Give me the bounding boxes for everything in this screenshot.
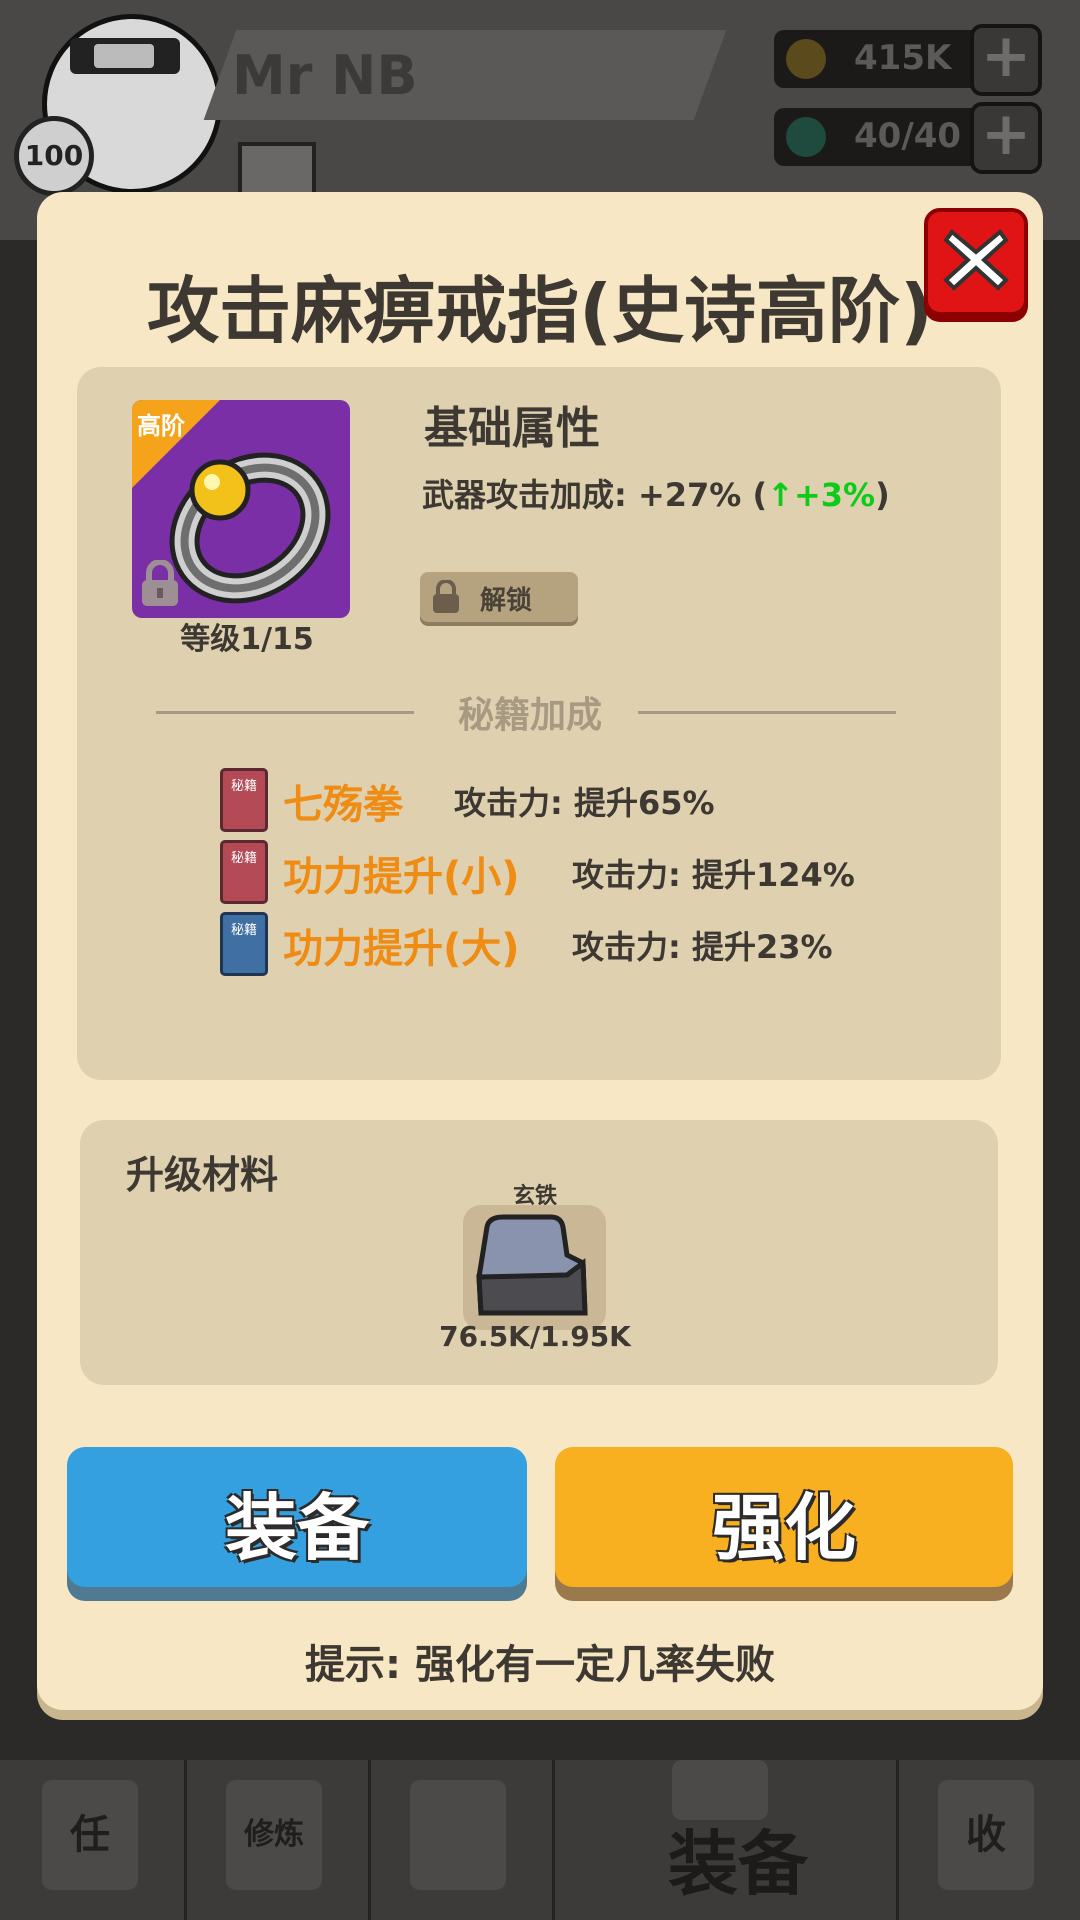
bottom-nav: 任 修炼 收 [0,1760,1080,1920]
base-stat-label: 武器攻击加成: +27% ( [422,476,768,514]
secret-book-icon: 秘籍 [220,912,268,976]
secret-effect: 攻击力: 提升65% [454,784,715,822]
enhance-button[interactable]: 强化 [555,1447,1013,1587]
base-stat-close: ) [875,476,890,514]
base-stat: 武器攻击加成: +27% (↑+3%) [422,470,890,516]
enhance-label: 强化 [711,1486,856,1570]
add-energy-button[interactable]: + [970,102,1042,174]
close-icon [943,229,1009,291]
secret-effect: 攻击力: 提升23% [572,928,833,966]
scroll-icon: 任 [42,1780,138,1890]
gold-counter: 415K + [774,24,1042,96]
secret-name: 功力提升(小) [283,854,520,900]
energy-value: 40/40 [854,116,962,156]
add-gold-button[interactable]: + [970,24,1042,96]
divider-left [156,711,414,714]
equip-button[interactable]: 装备 [67,1447,527,1587]
player-name: Mr NB [232,44,418,107]
crossed-swords-icon [410,1780,506,1890]
material-count: 76.5K/1.95K [439,1320,631,1353]
base-attributes-title: 基础属性 [424,403,600,454]
shop-icon: 收 [938,1780,1034,1890]
player-avatar[interactable]: 100 [14,4,222,196]
book-icon: 修炼 [226,1780,322,1890]
tab-battle[interactable] [368,1760,555,1920]
secret-book-icon: 秘籍 [220,840,268,904]
base-stat-bonus: ↑+3% [767,476,876,514]
item-level: 等级1/15 [180,622,314,657]
tab-collect[interactable]: 收 [896,1760,1080,1920]
book-label: 秘籍 [230,779,257,794]
secret-effect: 攻击力: 提升124% [572,856,855,894]
unlock-button[interactable]: 解锁 [420,572,578,622]
hint-text: 提示: 强化有一定几率失败 [305,1642,775,1688]
book-label: 秘籍 [230,851,257,866]
coin-icon [786,39,826,79]
iron-ore-icon [476,1214,588,1316]
tier-tag: 高阶 [137,412,185,440]
leaf-emblem-icon [94,44,154,68]
energy-counter: 40/40 + [774,102,1042,174]
item-title: 攻击麻痹戒指(史诗高阶) [147,269,933,353]
close-button[interactable] [924,208,1028,316]
lock-icon [142,560,178,606]
tab-task[interactable]: 任 [0,1760,187,1920]
lock-icon [433,580,459,613]
item-icon[interactable]: 高阶 [132,400,350,618]
player-level-badge: 100 [14,116,94,196]
materials-title: 升级材料 [126,1153,279,1197]
book-label: 秘籍 [230,923,257,938]
secret-bonus-title: 秘籍加成 [457,695,602,736]
secret-book-icon: 秘籍 [220,768,268,832]
secret-name: 七殇拳 [283,782,403,828]
gold-value: 415K [854,38,952,78]
secret-name: 功力提升(大) [283,926,520,972]
balloon-icon [786,117,826,157]
tab-train[interactable]: 修炼 [184,1760,371,1920]
tab-equip-label: 装备 [668,1823,808,1905]
divider-right [638,711,896,714]
material-slot[interactable] [463,1205,606,1330]
unlock-label: 解锁 [480,586,533,616]
equip-label: 装备 [224,1486,369,1570]
